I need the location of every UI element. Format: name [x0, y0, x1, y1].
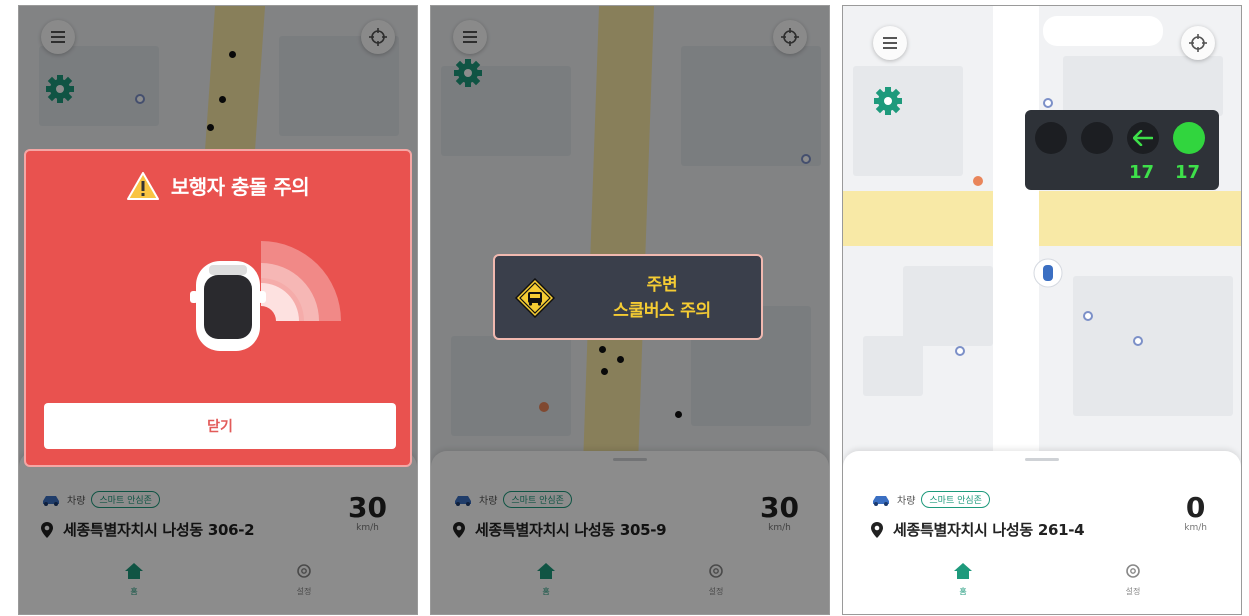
arrow-left-icon — [1133, 130, 1153, 146]
speed-value: 0 — [1185, 491, 1206, 524]
tab-home[interactable]: 홈 — [943, 562, 983, 597]
tab-settings-label: 설정 — [1125, 587, 1141, 596]
alert-message: 주변 스쿨버스 주의 — [573, 272, 751, 324]
signal-lamp-red — [1035, 122, 1067, 154]
sheet-handle[interactable] — [1025, 458, 1059, 461]
target-icon — [1189, 34, 1207, 52]
car-sensor-icon — [190, 241, 341, 351]
car-position-marker-icon — [1033, 258, 1063, 288]
school-bus-alert[interactable]: 주변 스쿨버스 주의 — [493, 254, 763, 340]
left-turn-countdown: 17 — [1129, 162, 1155, 183]
close-button-label: 닫기 — [207, 418, 233, 434]
settings-icon — [1126, 564, 1140, 578]
mode-badge: 스마트 안심존 — [921, 491, 990, 508]
alert-line-1: 주변 — [646, 275, 678, 295]
menu-icon — [883, 37, 897, 49]
straight-countdown: 17 — [1175, 162, 1201, 183]
gear-icon[interactable] — [873, 86, 903, 116]
phone-screen-school-bus-alert: 차량 스마트 안심존 세종특별자치시 나성동 305-9 30 km/h 홈 설… — [430, 5, 830, 615]
traffic-signal-panel: 17 17 — [1025, 110, 1219, 190]
tab-bar: 홈 설정 — [843, 562, 1241, 602]
tab-home-label: 홈 — [959, 587, 967, 596]
close-button[interactable]: 닫기 — [44, 403, 396, 449]
bottom-sheet[interactable]: 차량 스마트 안심존 세종특별자치시 나성동 261-4 0 km/h 홈 설정 — [843, 451, 1241, 614]
signal-lamp-yellow — [1081, 122, 1113, 154]
vehicle-label: 차량 — [897, 496, 916, 507]
pedestrian-collision-alert: 보행자 충돌 주의 닫기 — [24, 149, 412, 467]
car-icon — [873, 495, 889, 506]
alert-line-2: 스쿨버스 주의 — [613, 301, 711, 321]
speed-unit: km/h — [1184, 523, 1207, 533]
current-address: 세종특별자치시 나성동 261-4 — [893, 521, 1085, 539]
alert-title: 보행자 충돌 주의 — [170, 175, 310, 199]
home-icon — [954, 563, 972, 579]
phone-screen-pedestrian-alert: 차량 스마트 안심존 세종특별자치시 나성동 306-2 30 km/h 홈 설… — [18, 5, 418, 615]
signal-lamp-green — [1173, 122, 1205, 154]
speed-display: 0 km/h — [1184, 491, 1207, 534]
phone-screen-traffic-signal: 17 17 차량 스마트 안심존 세종특별자치시 나성동 261-4 0 km/… — [842, 5, 1242, 615]
current-location-button[interactable] — [1181, 26, 1215, 60]
tab-settings[interactable]: 설정 — [1113, 562, 1153, 597]
warning-icon — [126, 171, 159, 200]
vehicle-info: 차량 스마트 안심존 — [871, 491, 990, 508]
location-pin-icon — [871, 521, 883, 538]
address-row: 세종특별자치시 나성동 261-4 — [871, 519, 1085, 540]
menu-button[interactable] — [873, 26, 907, 60]
school-bus-sign-icon — [515, 278, 555, 318]
alert-title-row: 보행자 충돌 주의 — [26, 171, 410, 200]
map-view[interactable] — [843, 6, 1241, 466]
signal-lamp-left-arrow — [1127, 122, 1159, 154]
